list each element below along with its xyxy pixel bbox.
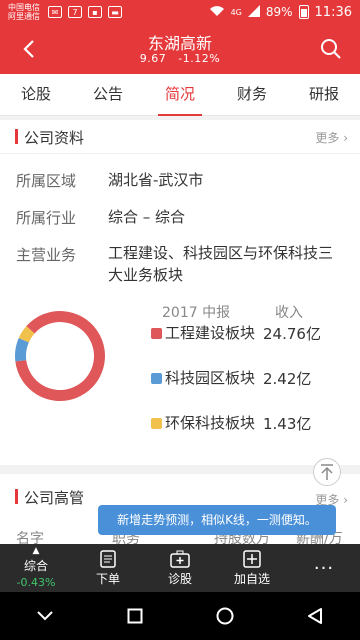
composite-index-button[interactable]: ▲ 综合 -0.43% — [0, 544, 72, 592]
business-label: 主营业务 — [16, 246, 77, 264]
legend-swatch — [151, 373, 162, 384]
circle-icon — [216, 607, 234, 625]
clock: 11:36 — [314, 4, 352, 20]
battery-icon — [298, 5, 309, 19]
search-button[interactable] — [316, 34, 346, 64]
chevron-down-icon — [37, 611, 53, 621]
collapse-button[interactable] — [25, 596, 65, 636]
more-link[interactable]: 更多 › — [315, 129, 348, 146]
donut-slice-1 — [14, 338, 29, 362]
notification-icons: ✉ 7 ▪ ▬ — [48, 6, 122, 18]
bottom-toolbar: ▲ 综合 -0.43% 下单 诊股 加自选 ··· — [0, 544, 360, 592]
stock-price: 9.67 — [139, 52, 167, 65]
composite-label: 综合 — [23, 559, 48, 573]
add-watchlist-button[interactable]: 加自选 — [216, 544, 288, 592]
recents-button[interactable] — [115, 596, 155, 636]
stock-name: 东湖高新 — [147, 34, 212, 53]
scroll-to-top-button[interactable] — [313, 458, 341, 486]
diagnose-label: 诊股 — [167, 571, 192, 586]
company-info-header: 公司资料 更多 › — [0, 120, 360, 154]
image-icon: ▪ — [88, 6, 102, 18]
home-button[interactable] — [205, 596, 245, 636]
segment-row: 环保科技板块 — [151, 413, 261, 433]
donut-hole — [29, 325, 91, 387]
segment-row: 科技园区板块 — [151, 368, 261, 388]
message-icon: 7 — [68, 6, 82, 18]
segment-value: 1.43亿 — [263, 415, 312, 433]
add-icon — [243, 549, 261, 568]
carrier: 中国电信 阿里通信 — [8, 3, 40, 21]
segment-name: 环保科技板块 — [165, 414, 256, 432]
diagnose-button[interactable]: 诊股 — [144, 544, 216, 592]
tab-research[interactable]: 研报 — [288, 74, 360, 115]
chevron-up-icon: ▲ — [32, 546, 40, 556]
order-button[interactable]: 下单 — [72, 544, 144, 592]
company-info-card: 公司资料 更多 › 所属区域 湖北省-武汉市 所属行业 综合 – 综合 主营业务… — [0, 120, 360, 465]
industry-value: 综合 – 综合 — [108, 208, 186, 226]
card-icon: ▬ — [108, 6, 122, 18]
tab-finance[interactable]: 财务 — [216, 74, 288, 115]
industry-label: 所属行业 — [16, 209, 77, 227]
segment-value: 2.42亿 — [263, 370, 312, 388]
medical-kit-icon — [170, 550, 190, 568]
stock-quote: 9.67 -1.12% — [0, 52, 360, 65]
revenue-donut-chart — [14, 311, 105, 401]
chevron-right-icon: › — [343, 493, 348, 507]
status-bar: 中国电信 阿里通信 ✉ 7 ▪ ▬ 4G 89% 11:36 — [0, 0, 360, 24]
network-type: 4G — [230, 7, 242, 17]
tab-overview[interactable]: 简况 — [144, 74, 216, 116]
segment-name: 工程建设板块 — [165, 324, 256, 342]
tab-announcements[interactable]: 公告 — [72, 74, 144, 115]
segment-value: 24.76亿 — [263, 325, 321, 343]
signal-icon — [247, 4, 260, 20]
tab-discussion[interactable]: 论股 — [0, 74, 72, 115]
period-header: 2017 中报 — [162, 305, 231, 321]
segment-name: 科技园区板块 — [165, 369, 256, 387]
section-title: 公司资料 — [24, 129, 85, 147]
more-dots-icon: ··· — [313, 557, 335, 579]
battery-percent: 89% — [265, 5, 293, 19]
section-title: 公司高管 — [24, 489, 85, 507]
arrow-up-icon — [321, 464, 333, 480]
section-accent-bar — [15, 129, 18, 144]
carrier-line1: 中国电信 — [8, 3, 40, 12]
feature-toast[interactable]: 新增走势预测，相似K线，一测便知。 — [98, 505, 336, 535]
carrier-line2: 阿里通信 — [8, 12, 40, 21]
search-icon — [321, 39, 341, 59]
region-label: 所属区域 — [16, 172, 77, 190]
legend-swatch — [151, 418, 162, 429]
more-label: 更多 — [315, 131, 340, 145]
document-icon — [100, 549, 116, 568]
more-menu-button[interactable]: ··· — [288, 544, 360, 592]
legend-swatch — [151, 328, 162, 339]
order-label: 下单 — [95, 571, 120, 586]
stock-change: -1.12% — [178, 52, 221, 65]
revenue-header: 收入 — [275, 305, 303, 321]
chevron-right-icon: › — [343, 131, 348, 145]
section-accent-bar — [15, 489, 18, 504]
wifi-icon — [209, 5, 225, 20]
composite-change: -0.43% — [16, 576, 56, 589]
system-nav-bar — [0, 592, 360, 640]
region-value: 湖北省-武汉市 — [108, 171, 204, 189]
segment-row: 工程建设板块 — [151, 323, 261, 343]
business-value: 工程建设、科技园区与环保科技三大业务板块 — [108, 244, 334, 284]
square-icon — [127, 608, 143, 624]
back-nav-button[interactable] — [295, 596, 335, 636]
triangle-back-icon — [308, 608, 322, 624]
watchlist-label: 加自选 — [233, 571, 270, 586]
tab-bar: 论股 公告 简况 财务 研报 — [0, 74, 360, 116]
app-notification-icon: ✉ — [48, 6, 62, 18]
stock-header: 东湖高新 9.67 -1.12% — [0, 24, 360, 74]
